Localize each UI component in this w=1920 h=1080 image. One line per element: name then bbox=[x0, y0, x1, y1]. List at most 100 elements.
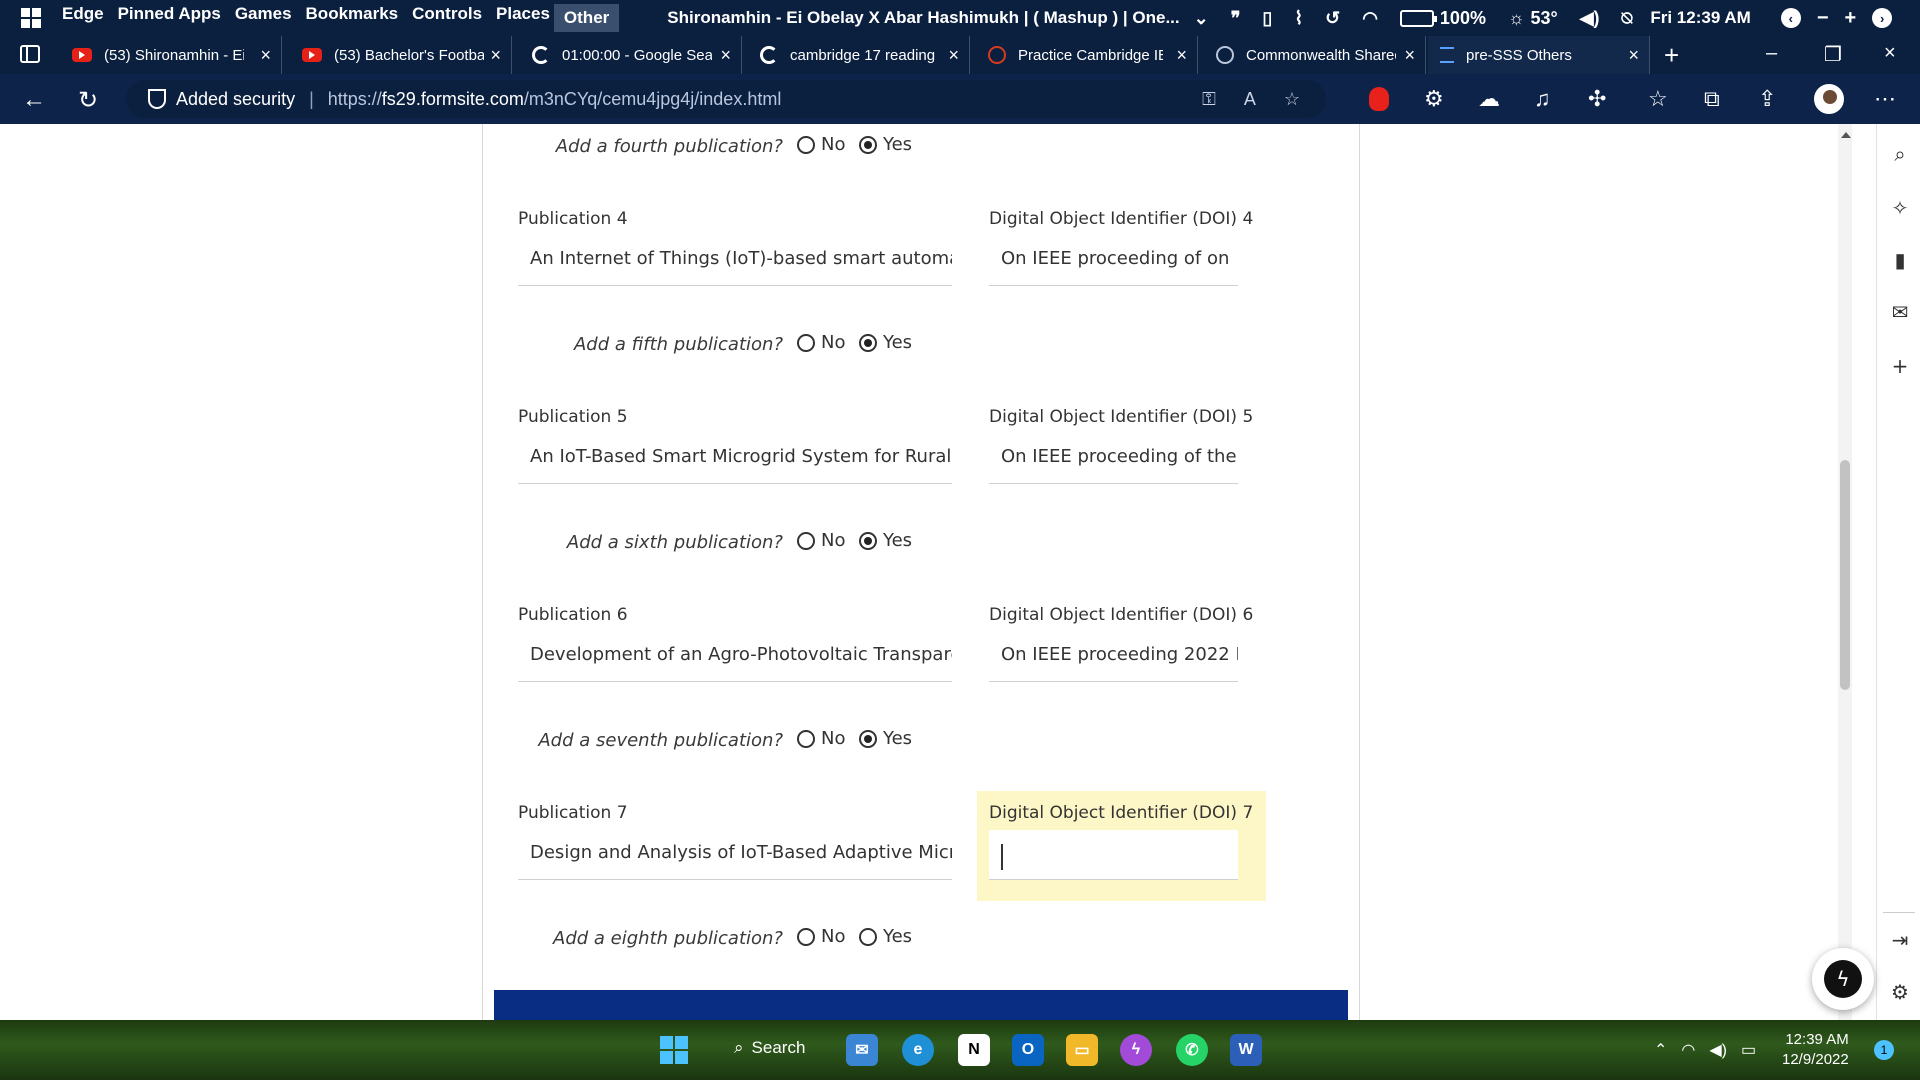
scrollbar-thumb[interactable] bbox=[1840, 460, 1850, 690]
doi-6-input[interactable]: On IEEE proceeding 2022 I bbox=[989, 632, 1238, 682]
publication-5-input[interactable]: An IoT-Based Smart Microgrid System for … bbox=[518, 434, 952, 484]
close-tab-icon[interactable]: × bbox=[1176, 45, 1187, 66]
wifi-icon[interactable]: ◠ bbox=[1681, 1040, 1695, 1060]
radio-button-selected[interactable] bbox=[859, 135, 877, 154]
restore-icon[interactable]: ❐ bbox=[1824, 42, 1842, 67]
menu-pinned-apps[interactable]: Pinned Apps bbox=[118, 4, 221, 32]
url-field[interactable]: Added security | https://fs29.formsite.c… bbox=[126, 80, 1326, 118]
radio-eighth-no[interactable]: No bbox=[797, 926, 845, 947]
refresh-icon[interactable]: ↻ bbox=[78, 86, 98, 115]
mic-muted-icon[interactable]: ⍉ bbox=[1622, 8, 1633, 29]
close-window-icon[interactable]: × bbox=[1884, 42, 1896, 65]
radio-fifth-yes[interactable]: Yes bbox=[859, 332, 912, 353]
tab-pre-sss-others[interactable]: pre-SSS Others × bbox=[1428, 36, 1650, 74]
tab-cambridge-reading[interactable]: cambridge 17 reading × bbox=[748, 36, 970, 74]
menu-bookmarks[interactable]: Bookmarks bbox=[306, 4, 399, 32]
cloud-extension-icon[interactable]: ☁ bbox=[1478, 86, 1500, 112]
radio-button-selected[interactable] bbox=[859, 333, 877, 352]
notion-app-icon[interactable]: N bbox=[958, 1034, 990, 1066]
close-tab-icon[interactable]: × bbox=[260, 45, 271, 66]
messenger-chat-button[interactable]: ϟ bbox=[1812, 948, 1874, 1010]
whatsapp-app-icon[interactable]: ✆ bbox=[1176, 1034, 1208, 1066]
plus-icon[interactable]: + bbox=[1845, 7, 1857, 30]
chevron-down-icon[interactable]: ⌄ bbox=[1194, 8, 1209, 29]
tab-shironamhin[interactable]: (53) Shironamhin - Ei Obelay × bbox=[60, 36, 282, 74]
taskbar-clock[interactable]: 12:39 AM 12/9/2022 bbox=[1782, 1030, 1849, 1070]
radio-button[interactable] bbox=[859, 927, 877, 946]
discover-icon[interactable]: ✧ bbox=[1889, 196, 1911, 220]
key-icon[interactable]: ⚿ bbox=[1202, 89, 1216, 110]
radio-sixth-no[interactable]: No bbox=[797, 530, 845, 551]
taskbar-search[interactable]: ⌕ Search bbox=[734, 1038, 805, 1058]
close-tab-icon[interactable]: × bbox=[948, 45, 959, 66]
edge-app-icon[interactable]: e bbox=[902, 1034, 934, 1066]
favorites-icon[interactable]: ☆ bbox=[1648, 86, 1668, 112]
radio-button[interactable] bbox=[797, 927, 815, 946]
add-favorite-icon[interactable]: ☆ bbox=[1284, 89, 1300, 110]
notification-badge[interactable]: 1 bbox=[1874, 1040, 1894, 1060]
close-tab-icon[interactable]: × bbox=[1628, 45, 1639, 66]
extension-icon[interactable]: ⚙ bbox=[1424, 86, 1444, 112]
chevron-up-icon[interactable]: ⌃ bbox=[1654, 1040, 1667, 1060]
outlook-icon[interactable]: ✉ bbox=[1889, 300, 1911, 324]
radio-eighth-yes[interactable]: Yes bbox=[859, 926, 912, 947]
minus-icon[interactable]: − bbox=[1817, 7, 1829, 30]
radio-button[interactable] bbox=[797, 531, 815, 550]
tab-bachelors-football[interactable]: (53) Bachelor's Football × bbox=[290, 36, 512, 74]
outlook-app-icon[interactable]: O bbox=[1012, 1034, 1044, 1066]
radio-fifth-no[interactable]: No bbox=[797, 332, 845, 353]
menu-controls[interactable]: Controls bbox=[412, 4, 482, 32]
close-tab-icon[interactable]: × bbox=[490, 45, 501, 66]
adblock-extension-icon[interactable] bbox=[1369, 87, 1389, 111]
read-aloud-icon[interactable]: A bbox=[1244, 89, 1256, 110]
publication-6-input[interactable]: Development of an Agro-Photovoltaic Tran… bbox=[518, 632, 952, 682]
doi-4-input[interactable]: On IEEE proceeding of on bbox=[989, 236, 1238, 286]
paperclip-icon[interactable]: ⌇ bbox=[1294, 8, 1303, 29]
menu-other[interactable]: Other bbox=[553, 4, 620, 32]
publication-7-input[interactable]: Design and Analysis of IoT-Based Adaptiv… bbox=[518, 830, 952, 880]
new-tab-icon[interactable]: + bbox=[1664, 40, 1679, 71]
radio-fourth-no[interactable]: No bbox=[797, 134, 845, 155]
wifi-icon[interactable]: ◠ bbox=[1362, 8, 1378, 29]
collections-icon[interactable]: ⧉ bbox=[1704, 86, 1720, 112]
radio-sixth-yes[interactable]: Yes bbox=[859, 530, 912, 551]
file-explorer-icon[interactable]: ▭ bbox=[1066, 1034, 1098, 1066]
word-app-icon[interactable]: W bbox=[1230, 1034, 1262, 1066]
minimize-icon[interactable]: – bbox=[1766, 42, 1777, 65]
close-tab-icon[interactable]: × bbox=[1404, 45, 1415, 66]
messenger-app-icon[interactable]: ϟ bbox=[1120, 1034, 1152, 1066]
settings-gear-icon[interactable]: ⚙ bbox=[1889, 980, 1911, 1004]
radio-seventh-yes[interactable]: Yes bbox=[859, 728, 912, 749]
publication-4-input[interactable]: An Internet of Things (IoT)-based smart … bbox=[518, 236, 952, 286]
volume-icon[interactable]: ◀) bbox=[1709, 1040, 1727, 1060]
profile-avatar[interactable] bbox=[1814, 84, 1844, 114]
start-button[interactable] bbox=[658, 1034, 690, 1066]
scroll-up-arrow-icon[interactable] bbox=[1841, 132, 1851, 138]
back-arrow-icon[interactable]: ← bbox=[22, 86, 46, 114]
trash-icon[interactable]: ▯ bbox=[1262, 8, 1272, 29]
forward-circle-icon[interactable]: › bbox=[1872, 8, 1893, 28]
tab-practice-cambridge[interactable]: Practice Cambridge IELTS × bbox=[976, 36, 1198, 74]
radio-seventh-no[interactable]: No bbox=[797, 728, 845, 749]
bell-icon[interactable]: ♫ bbox=[1534, 86, 1551, 112]
doi-5-input[interactable]: On IEEE proceeding of the bbox=[989, 434, 1238, 484]
back-circle-icon[interactable]: ‹ bbox=[1780, 8, 1801, 28]
tab-actions-icon[interactable] bbox=[20, 45, 40, 63]
quote-icon[interactable]: ❞ bbox=[1231, 8, 1241, 29]
hide-sidebar-icon[interactable]: ⇥ bbox=[1889, 928, 1911, 952]
page-scrollbar[interactable] bbox=[1838, 124, 1852, 1020]
close-tab-icon[interactable]: × bbox=[720, 45, 731, 66]
office-icon[interactable]: ▮ bbox=[1889, 248, 1911, 272]
menu-edge[interactable]: Edge bbox=[62, 4, 104, 32]
radio-button[interactable] bbox=[797, 729, 815, 748]
puzzle-icon[interactable]: ✣ bbox=[1588, 86, 1606, 112]
radio-button-selected[interactable] bbox=[859, 729, 877, 748]
radio-button[interactable] bbox=[797, 333, 815, 352]
doi-7-input[interactable] bbox=[989, 830, 1238, 880]
more-menu-icon[interactable]: ⋯ bbox=[1874, 86, 1896, 112]
radio-button-selected[interactable] bbox=[859, 531, 877, 550]
battery-icon[interactable]: ▭ bbox=[1741, 1040, 1756, 1060]
radio-fourth-yes[interactable]: Yes bbox=[859, 134, 912, 155]
volume-icon[interactable]: ◀) bbox=[1580, 8, 1600, 29]
menu-places[interactable]: Places bbox=[496, 4, 550, 32]
